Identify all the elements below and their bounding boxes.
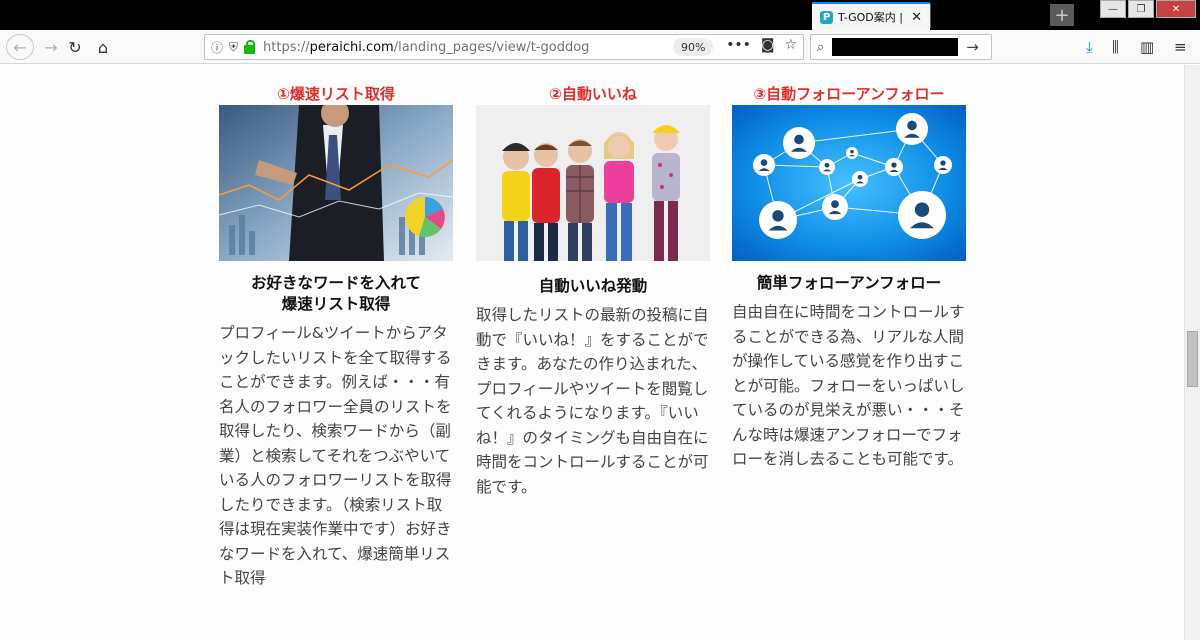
feature-subtitle: お好きなワードを入れて 爆速リスト取得	[250, 274, 422, 313]
menu-icon[interactable]: ≡	[1174, 38, 1187, 56]
library-icon[interactable]: ⫼	[1112, 38, 1119, 56]
tab-title: T-GOD案内 |	[838, 11, 903, 24]
bookmark-star-icon[interactable]: ☆	[784, 37, 797, 53]
nav-toolbar: ← → ↻ ⌂ ⓘ ⛨ https://peraichi.com/landing…	[0, 30, 1200, 64]
new-tab-button[interactable]: +	[1050, 4, 1074, 26]
title-bar: P T-GOD案内 | ✕ + — ❐ ✕	[0, 0, 1200, 30]
feature-subtitle: 簡単フォローアンフォロー	[756, 274, 942, 292]
feature-description: 取得したリストの最新の投稿に自動で『いいね！』をすることができます。あなたの作り…	[476, 306, 709, 496]
window-close-button[interactable]: ✕	[1156, 0, 1196, 18]
restore-button[interactable]: ❐	[1128, 0, 1154, 18]
url-host: peraichi.com	[309, 39, 394, 55]
back-button[interactable]: ←	[6, 34, 34, 60]
site-favicon-icon: P	[820, 10, 833, 24]
window-controls: — ❐ ✕	[1100, 0, 1196, 18]
page-viewport: ①爆速リスト取得 お好きなワードを入れて 爆速リスト取得 プロフィール&ツイート…	[0, 65, 1184, 640]
active-tab[interactable]: P T-GOD案内 | ✕	[812, 2, 930, 30]
feature-heading: ③自動フォローアンフォロー	[753, 85, 945, 103]
feature-column-follow: ③自動フォローアンフォロー 簡単フォローアンフォロー 自由自在に時間をコントロー…	[732, 83, 966, 472]
page-scrollbar[interactable]	[1184, 65, 1200, 640]
feature-description: 自由自在に時間をコントロールすることができる為、リアルな人間が操作している感覚を…	[732, 303, 965, 468]
children-thumbs-up-image	[476, 105, 710, 261]
url-scheme: https://	[263, 39, 310, 55]
scrollbar-thumb[interactable]	[1187, 331, 1198, 387]
search-go-icon[interactable]: →	[966, 38, 979, 56]
feature-column-list: ①爆速リスト取得 お好きなワードを入れて 爆速リスト取得 プロフィール&ツイート…	[219, 83, 453, 591]
page-actions-menu-icon[interactable]: •••	[726, 37, 751, 53]
search-input-redacted[interactable]	[832, 38, 959, 56]
url-path: /landing_pages/view/t-goddog	[393, 39, 590, 55]
pocket-icon[interactable]: ◙	[761, 37, 775, 53]
tab-close-icon[interactable]: ✕	[911, 10, 922, 25]
zoom-level-badge[interactable]: 90%	[673, 38, 714, 56]
forward-button[interactable]: →	[38, 34, 64, 60]
feature-description: プロフィール&ツイートからアタックしたいリストを全て取得することができます。例え…	[219, 324, 452, 587]
social-network-image	[732, 105, 966, 261]
info-icon[interactable]: ⓘ	[211, 39, 223, 56]
downloads-icon[interactable]: ⤓	[1086, 38, 1093, 56]
url-bar[interactable]: ⓘ ⛨ https://peraichi.com/landing_pages/v…	[204, 34, 804, 60]
feature-heading: ①爆速リスト取得	[277, 85, 395, 103]
feature-column-like: ②自動いいね 自動いいね発動 取得したリストの最新の投稿に自動で『いいね！』をす…	[476, 83, 710, 499]
minimize-button[interactable]: —	[1100, 0, 1126, 18]
url-text[interactable]: https://peraichi.com/landing_pages/view/…	[263, 40, 589, 55]
business-chart-image	[219, 105, 453, 261]
home-button[interactable]: ⌂	[90, 34, 116, 60]
sidebar-icon[interactable]: ▥	[1140, 38, 1154, 56]
feature-heading: ②自動いいね	[549, 85, 637, 103]
search-icon: ⌕	[817, 39, 825, 55]
reload-button[interactable]: ↻	[62, 34, 88, 60]
redacted-tab[interactable]	[930, 3, 1048, 28]
page-actions: ••• ◙ ☆	[726, 37, 797, 53]
feature-subtitle: 自動いいね発動	[538, 277, 648, 295]
lock-icon[interactable]	[244, 39, 256, 54]
search-bar[interactable]: ⌕ →	[810, 34, 992, 60]
tracking-shield-icon[interactable]: ⛨	[229, 40, 238, 55]
